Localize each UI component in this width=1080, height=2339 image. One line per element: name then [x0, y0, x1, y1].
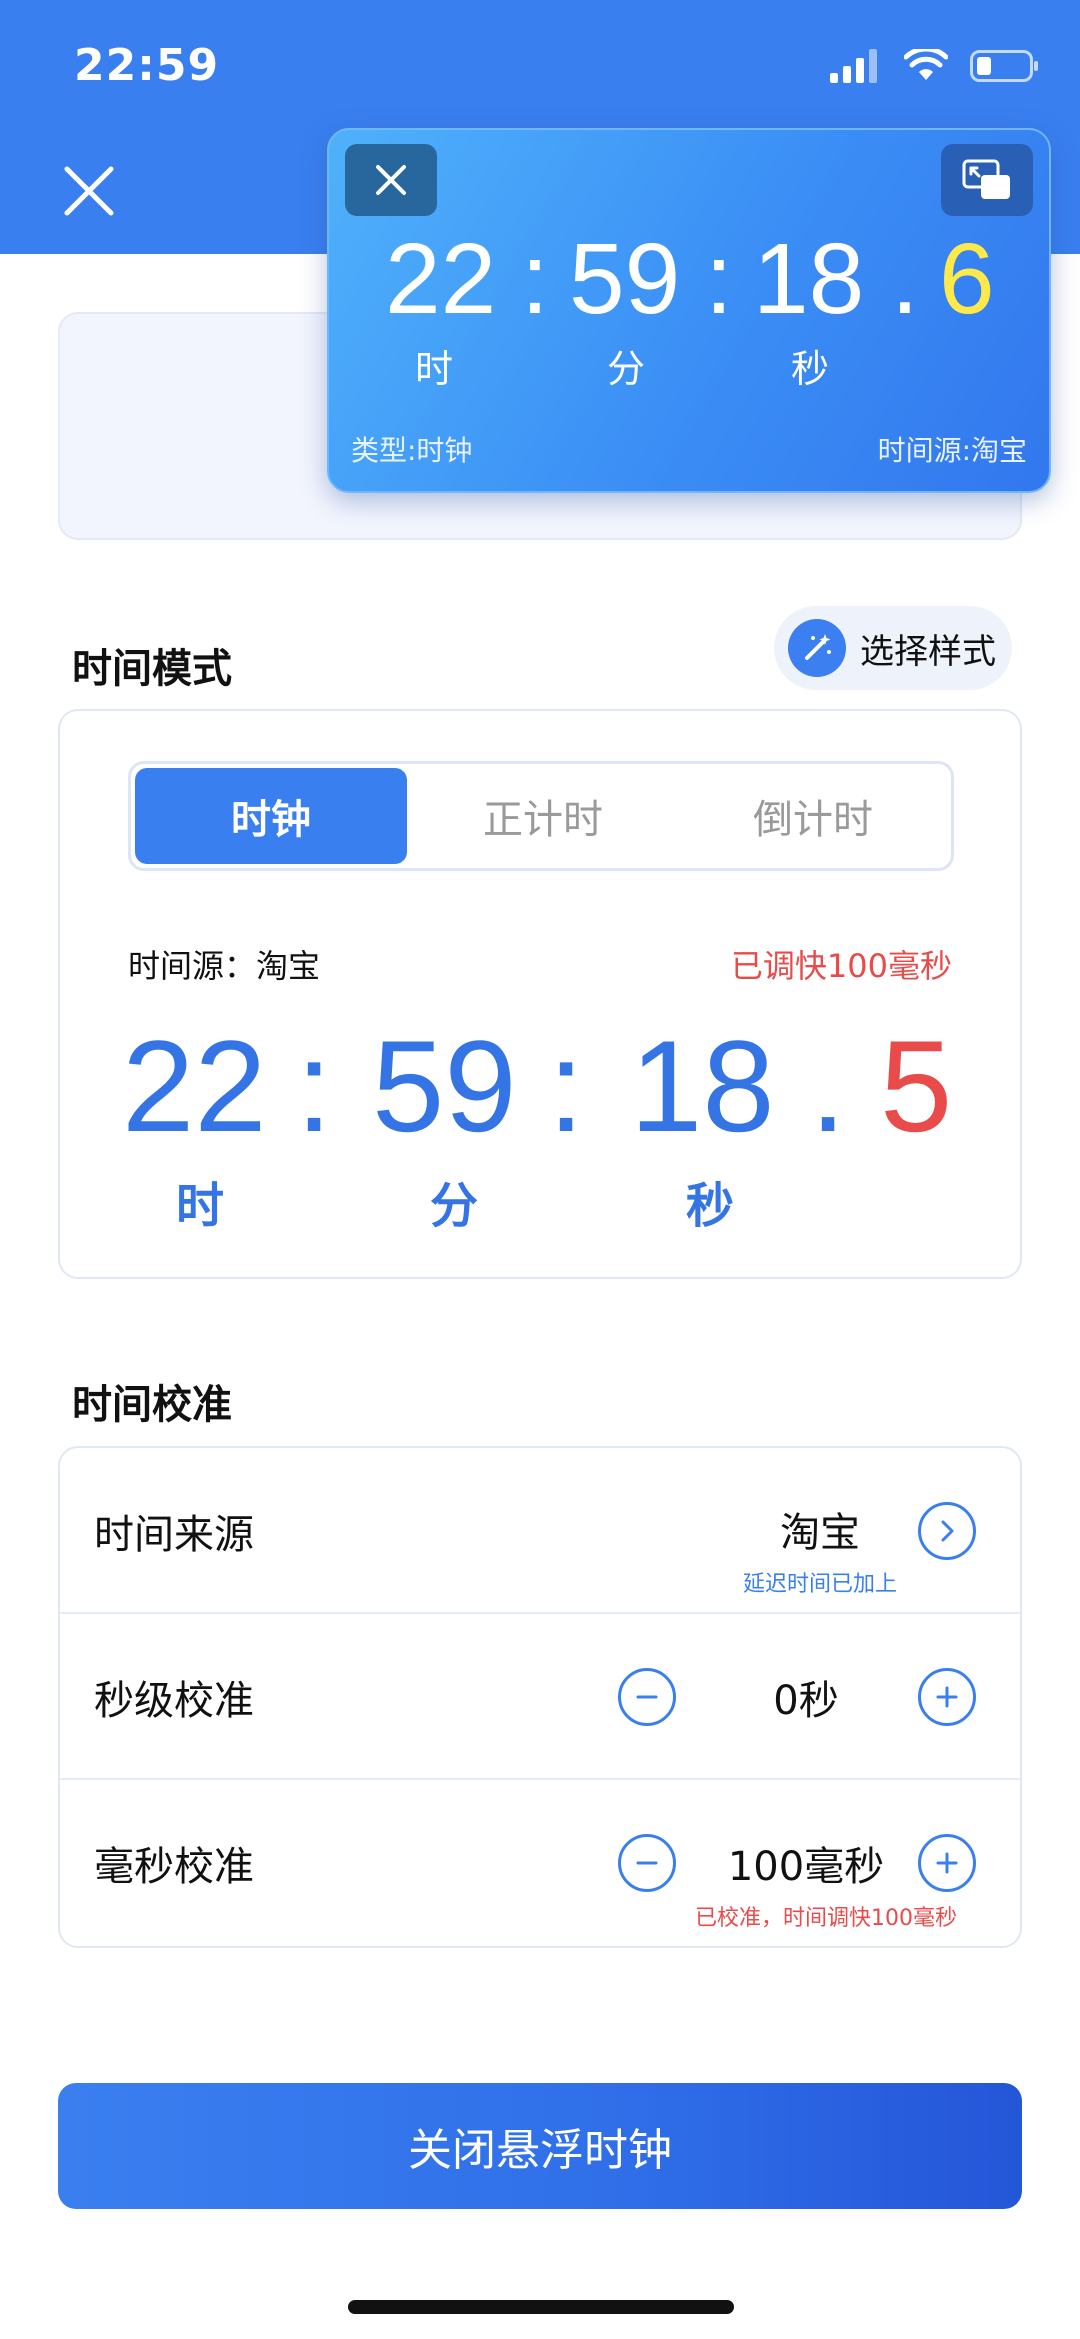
tab-count-up[interactable]: 正计时 — [407, 768, 679, 864]
choose-style-label: 选择样式 — [860, 631, 996, 672]
main-tenths: 5 — [880, 1013, 953, 1159]
calibrated-note: 已校准，时间调快100毫秒 — [695, 1906, 957, 1931]
floating-tenths: 6 — [939, 223, 995, 335]
floating-pip-button[interactable] — [941, 144, 1033, 216]
tab-countdown[interactable]: 倒计时 — [677, 768, 949, 864]
status-time: 22:59 — [74, 40, 220, 91]
plus-icon — [936, 1852, 958, 1874]
millisecond-decrease-button[interactable] — [618, 1834, 676, 1892]
close-icon — [376, 165, 406, 195]
second-calibration-value: 0秒 — [773, 1678, 839, 1724]
main-unit-second: 秒 — [686, 1178, 735, 1234]
close-icon[interactable] — [62, 164, 116, 218]
main-separator: : — [296, 1013, 333, 1159]
home-indicator — [348, 2300, 734, 2314]
floating-type-label: 类型:时钟 — [351, 434, 473, 467]
floating-dot: . — [891, 223, 919, 335]
main-minutes: 59 — [372, 1013, 517, 1159]
millisecond-increase-button[interactable] — [918, 1834, 976, 1892]
floating-hours: 22 — [385, 223, 497, 335]
choose-style-button[interactable]: 选择样式 — [774, 606, 1012, 690]
picture-in-picture-icon — [962, 159, 1010, 199]
floating-clock-digits: 22 : 59 : 18 . 6 — [329, 222, 1053, 352]
floating-minutes: 59 — [569, 223, 681, 335]
time-source-label: 时间来源 — [94, 1512, 254, 1558]
battery-icon — [970, 50, 1038, 82]
close-floating-clock-button[interactable]: 关闭悬浮时钟 — [58, 2083, 1022, 2209]
floating-close-button[interactable] — [345, 144, 437, 216]
floating-unit-minute: 分 — [607, 347, 646, 391]
floating-unit-second: 秒 — [791, 347, 830, 391]
millisecond-calibration-value: 100毫秒 — [727, 1844, 885, 1890]
time-mode-title: 时间模式 — [72, 646, 232, 692]
main-hours: 22 — [122, 1013, 267, 1159]
millisecond-calibration-row: 毫秒校准 100毫秒 已校准，时间调快100毫秒 — [60, 1780, 1020, 1946]
main-dot: . — [810, 1013, 847, 1159]
delay-note: 延迟时间已加上 — [742, 1572, 897, 1597]
millisecond-calibration-label: 毫秒校准 — [94, 1844, 254, 1890]
magic-wand-icon — [788, 619, 846, 677]
floating-seconds: 18 — [753, 223, 865, 335]
tab-clock[interactable]: 时钟 — [135, 768, 407, 864]
calibration-title: 时间校准 — [72, 1382, 232, 1428]
time-source-value: 淘宝 — [780, 1510, 860, 1556]
floating-separator: : — [521, 223, 549, 335]
minus-icon — [636, 1695, 658, 1699]
floating-source-label: 时间源:淘宝 — [877, 434, 1027, 467]
time-mode-card: 时钟 正计时 倒计时 时间源：淘宝 已调快100毫秒 22 : 59 : 18 … — [58, 709, 1022, 1279]
time-source-text: 时间源：淘宝 — [128, 947, 321, 985]
status-icons — [830, 46, 1040, 86]
main-unit-minute: 分 — [430, 1178, 479, 1234]
plus-icon — [936, 1686, 958, 1708]
floating-clock-window[interactable]: 22 : 59 : 18 . 6 时 分 秒 类型:时钟 时间源:淘宝 — [327, 128, 1051, 493]
floating-separator: : — [705, 223, 733, 335]
minus-icon — [636, 1861, 658, 1865]
chevron-right-icon — [941, 1520, 954, 1542]
wifi-icon — [904, 49, 948, 80]
main-seconds: 18 — [630, 1013, 775, 1159]
mode-segmented-control: 时钟 正计时 倒计时 — [128, 761, 954, 871]
second-increase-button[interactable] — [918, 1668, 976, 1726]
main-unit-hour: 时 — [176, 1178, 225, 1234]
floating-unit-hour: 时 — [415, 347, 454, 391]
second-calibration-row: 秒级校准 0秒 — [60, 1614, 1020, 1780]
adjustment-status: 已调快100毫秒 — [730, 947, 952, 985]
time-source-chevron[interactable] — [918, 1502, 976, 1560]
main-separator: : — [548, 1013, 585, 1159]
main-clock-digits: 22 : 59 : 18 . 5 — [60, 1011, 1024, 1171]
second-calibration-label: 秒级校准 — [94, 1678, 254, 1724]
second-decrease-button[interactable] — [618, 1668, 676, 1726]
time-source-row[interactable]: 时间来源 淘宝 延迟时间已加上 — [60, 1448, 1020, 1614]
calibration-card: 时间来源 淘宝 延迟时间已加上 秒级校准 0秒 毫秒校准 100毫秒 已校准，时… — [58, 1446, 1022, 1948]
cellular-signal-icon — [830, 49, 877, 83]
